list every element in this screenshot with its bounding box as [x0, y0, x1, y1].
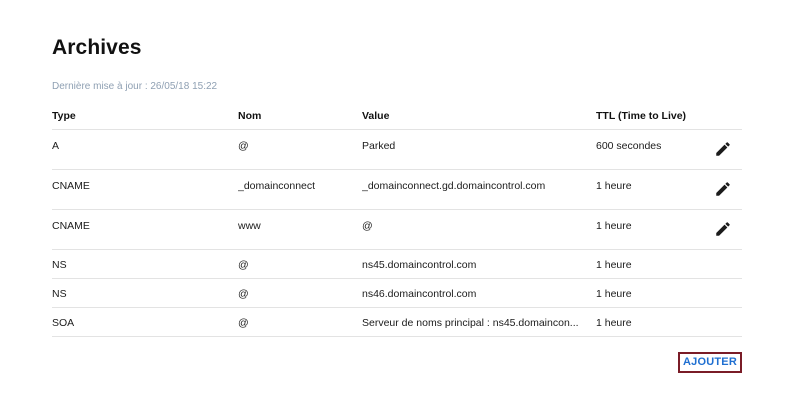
edit-cell — [714, 278, 742, 307]
table-row: CNAME _domainconnect _domainconnect.gd.d… — [52, 169, 742, 209]
edit-cell — [714, 307, 742, 336]
record-ttl: 1 heure — [596, 219, 632, 232]
table-header-row: Type Nom Value TTL (Time to Live) — [52, 102, 742, 129]
record-name: @ — [238, 139, 249, 152]
record-ttl: 1 heure — [596, 258, 632, 271]
table-row: SOA @ Serveur de noms principal : ns45.d… — [52, 307, 742, 336]
add-record-button[interactable]: AJOUTER — [678, 352, 742, 373]
column-header-value: Value — [362, 110, 390, 122]
dns-records-table: Type Nom Value TTL (Time to Live) A @ Pa… — [52, 102, 742, 337]
record-type: CNAME — [52, 219, 90, 232]
record-type: NS — [52, 258, 67, 271]
record-ttl: 600 secondes — [596, 139, 662, 152]
record-ttl: 1 heure — [596, 316, 632, 329]
record-type: CNAME — [52, 179, 90, 192]
record-type: SOA — [52, 316, 75, 329]
column-header-actions — [714, 102, 742, 129]
pencil-icon[interactable] — [714, 180, 732, 198]
column-header-ttl: TTL (Time to Live) — [596, 110, 687, 122]
table-row: CNAME www @ 1 heure — [52, 209, 742, 249]
record-name: @ — [238, 287, 249, 300]
last-update-timestamp: Dernière mise à jour : 26/05/18 15:22 — [52, 81, 218, 92]
record-value: Parked — [362, 139, 396, 152]
record-value: ns45.domaincontrol.com — [362, 258, 477, 271]
pencil-icon[interactable] — [714, 220, 732, 238]
record-type: NS — [52, 287, 67, 300]
record-value: @ — [362, 219, 373, 232]
column-header-name: Nom — [238, 110, 262, 122]
record-name: www — [238, 219, 261, 232]
record-name: _domainconnect — [238, 179, 316, 192]
record-name: @ — [238, 258, 249, 271]
table-row: NS @ ns46.domaincontrol.com 1 heure — [52, 278, 742, 307]
record-ttl: 1 heure — [596, 287, 632, 300]
record-value: _domainconnect.gd.domaincontrol.com — [362, 179, 546, 192]
record-name: @ — [238, 316, 249, 329]
table-row: NS @ ns45.domaincontrol.com 1 heure — [52, 249, 742, 278]
table-row: A @ Parked 600 secondes — [52, 129, 742, 169]
record-type: A — [52, 139, 60, 152]
column-header-type: Type — [52, 110, 76, 122]
edit-cell — [714, 209, 742, 249]
edit-cell — [714, 169, 742, 209]
record-value: ns46.domaincontrol.com — [362, 287, 477, 300]
page-title: Archives — [52, 36, 142, 59]
record-value: Serveur de noms principal : ns45.domainc… — [362, 316, 579, 329]
edit-cell — [714, 129, 742, 169]
edit-cell — [714, 249, 742, 278]
pencil-icon[interactable] — [714, 140, 732, 158]
record-ttl: 1 heure — [596, 179, 632, 192]
